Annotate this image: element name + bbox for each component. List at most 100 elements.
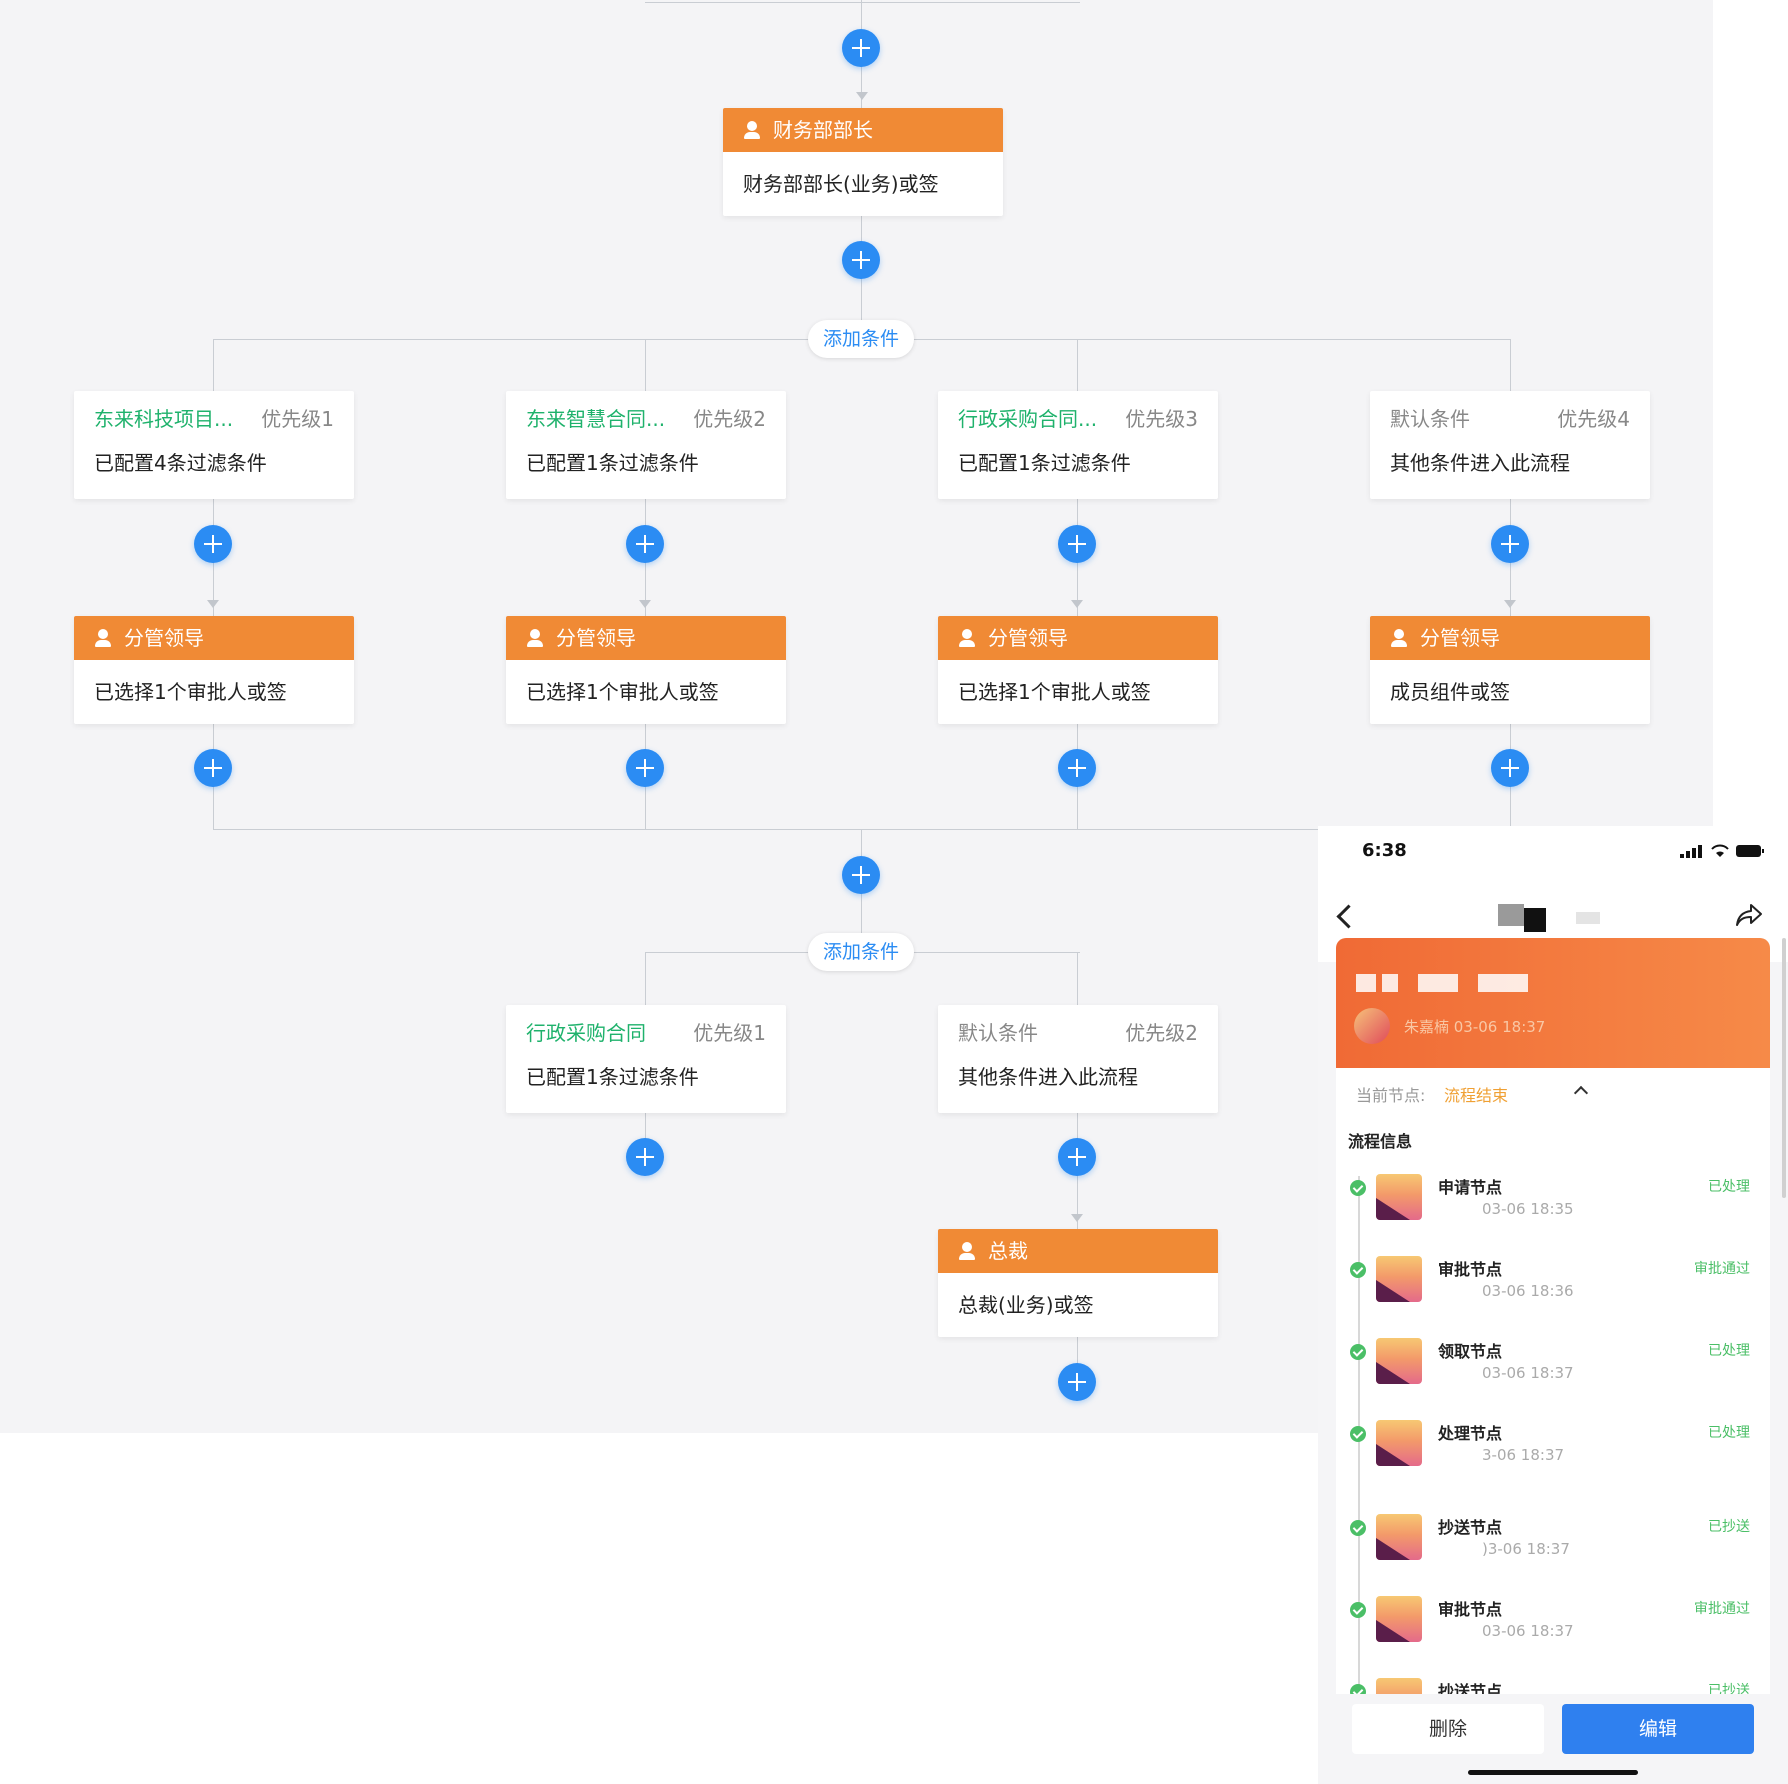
node-status: 已抄送 [1708, 1683, 1750, 1694]
node-time: 03-06 18:36 [1482, 1282, 1574, 1300]
add-node-button[interactable] [842, 241, 880, 279]
condition-priority: 优先级1 [693, 1021, 766, 1045]
timeline-item[interactable]: 申请节点 03-06 18:35 已处理 [1336, 1172, 1770, 1244]
check-icon [1350, 1426, 1366, 1442]
check-icon [1350, 1602, 1366, 1618]
approver-node[interactable]: 分管领导 成员组件或签 [1370, 616, 1650, 724]
approver-title: 财务部部长 [773, 118, 873, 142]
node-time: 03-06 18:35 [1482, 1200, 1574, 1218]
check-icon [1350, 1520, 1366, 1536]
user-icon [94, 629, 112, 647]
node-name: 审批节点 [1438, 1260, 1503, 1279]
add-node-button[interactable] [1491, 749, 1529, 787]
condition-name: 行政采购合同 [526, 1021, 646, 1045]
add-node-button[interactable] [1058, 525, 1096, 563]
approver-node[interactable]: 分管领导 已选择1个审批人或签 [74, 616, 354, 724]
node-status: 审批通过 [1694, 1601, 1750, 1617]
mobile-preview: 6:38 朱嘉楠 03-06 18:37 当前节点: 流程结束 流程信息 申请节… [1318, 826, 1788, 1784]
timeline-item[interactable]: 抄送节点 已抄送 [1336, 1676, 1770, 1694]
approver-node-finance[interactable]: 财务部部长 财务部部长(业务)或签 [723, 108, 1003, 216]
add-node-button[interactable] [1058, 749, 1096, 787]
blurred-title [1498, 904, 1524, 926]
arrow-down-icon [1071, 600, 1083, 608]
timeline-item[interactable]: 抄送节点 )3-06 18:37 已抄送 [1336, 1512, 1770, 1584]
approver-desc: 已选择1个审批人或签 [94, 680, 287, 704]
condition-node-default[interactable]: 默认条件 优先级2 其他条件进入此流程 [938, 1005, 1218, 1113]
add-node-button[interactable] [842, 29, 880, 67]
node-status: 审批通过 [1694, 1261, 1750, 1277]
add-node-button[interactable] [626, 525, 664, 563]
home-indicator [1468, 1770, 1638, 1775]
add-node-button[interactable] [1058, 1138, 1096, 1176]
condition-priority: 优先级2 [1125, 1021, 1198, 1045]
approver-node[interactable]: 分管领导 已选择1个审批人或签 [506, 616, 786, 724]
user-icon [958, 1242, 976, 1260]
arrow-down-icon [1071, 1214, 1083, 1222]
arrow-down-icon [856, 92, 868, 100]
add-condition-button[interactable]: 添加条件 [808, 933, 914, 971]
condition-node[interactable]: 东来科技项目... 优先级1 已配置4条过滤条件 [74, 391, 354, 499]
add-node-button[interactable] [194, 525, 232, 563]
condition-header: 东来智慧合同... 优先级2 [506, 391, 786, 441]
condition-name: 行政采购合同... [958, 407, 1098, 431]
status-time: 6:38 [1362, 840, 1407, 861]
node-status: 已抄送 [1708, 1519, 1750, 1535]
node-name: 抄送节点 [1438, 1518, 1503, 1537]
avatar [1376, 1256, 1422, 1302]
chevron-up-icon[interactable] [1573, 1085, 1589, 1101]
condition-node[interactable]: 行政采购合同 优先级1 已配置1条过滤条件 [506, 1005, 786, 1113]
connector-line [645, 2, 1080, 3]
condition-header: 默认条件 优先级2 [938, 1005, 1218, 1055]
add-node-button[interactable] [626, 749, 664, 787]
condition-priority: 优先级2 [693, 407, 766, 431]
wifi-icon [1711, 844, 1729, 857]
add-condition-button[interactable]: 添加条件 [808, 320, 914, 358]
condition-name: 东来科技项目... [94, 407, 234, 431]
condition-node-default[interactable]: 默认条件 优先级4 其他条件进入此流程 [1370, 391, 1650, 499]
approver-node[interactable]: 分管领导 已选择1个审批人或签 [938, 616, 1218, 724]
scrollbar[interactable] [1782, 938, 1786, 1198]
timeline-item[interactable]: 审批节点 03-06 18:36 审批通过 [1336, 1254, 1770, 1326]
back-chevron-icon[interactable] [1336, 904, 1361, 929]
node-name: 处理节点 [1438, 1424, 1503, 1443]
add-node-button[interactable] [842, 856, 880, 894]
timeline-item[interactable]: 领取节点 03-06 18:37 已处理 [1336, 1336, 1770, 1408]
condition-name: 默认条件 [1390, 407, 1470, 431]
approver-node-ceo[interactable]: 总裁 总裁(业务)或签 [938, 1229, 1218, 1337]
timeline-item[interactable]: 审批节点 03-06 18:37 审批通过 [1336, 1594, 1770, 1666]
add-node-button[interactable] [194, 749, 232, 787]
edit-button[interactable]: 编辑 [1562, 1704, 1754, 1754]
blurred-text [1356, 974, 1376, 992]
check-icon [1350, 1344, 1366, 1360]
delete-button[interactable]: 删除 [1352, 1704, 1544, 1754]
status-bar: 6:38 [1318, 826, 1788, 878]
node-time: 03-06 18:37 [1482, 1622, 1574, 1640]
timeline-item[interactable]: 处理节点 3-06 18:37 已处理 [1336, 1418, 1770, 1490]
condition-node[interactable]: 东来智慧合同... 优先级2 已配置1条过滤条件 [506, 391, 786, 499]
add-node-button[interactable] [626, 1138, 664, 1176]
user-icon [743, 121, 761, 139]
share-icon[interactable] [1734, 902, 1764, 930]
approver-header: 分管领导 [506, 616, 786, 660]
node-time: 03-06 18:37 [1482, 1364, 1574, 1382]
condition-name: 东来智慧合同... [526, 407, 666, 431]
approver-title: 分管领导 [556, 626, 636, 650]
condition-priority: 优先级4 [1557, 407, 1630, 431]
condition-node[interactable]: 行政采购合同... 优先级3 已配置1条过滤条件 [938, 391, 1218, 499]
current-node-value: 流程结束 [1444, 1086, 1509, 1105]
approver-desc: 财务部部长(业务)或签 [743, 172, 939, 196]
add-node-button[interactable] [1058, 1363, 1096, 1401]
battery-icon [1736, 845, 1764, 857]
condition-header: 东来科技项目... 优先级1 [74, 391, 354, 441]
check-icon [1350, 1180, 1366, 1196]
check-icon [1350, 1262, 1366, 1278]
node-status: 已处理 [1708, 1343, 1750, 1359]
arrow-down-icon [639, 600, 651, 608]
current-node-row[interactable]: 当前节点: 流程结束 [1336, 1068, 1770, 1114]
approver-title: 总裁 [988, 1239, 1028, 1263]
avatar [1376, 1420, 1422, 1466]
current-node-label: 当前节点: [1356, 1086, 1426, 1105]
blurred-text [1418, 974, 1458, 992]
add-node-button[interactable] [1491, 525, 1529, 563]
avatar [1376, 1678, 1422, 1694]
